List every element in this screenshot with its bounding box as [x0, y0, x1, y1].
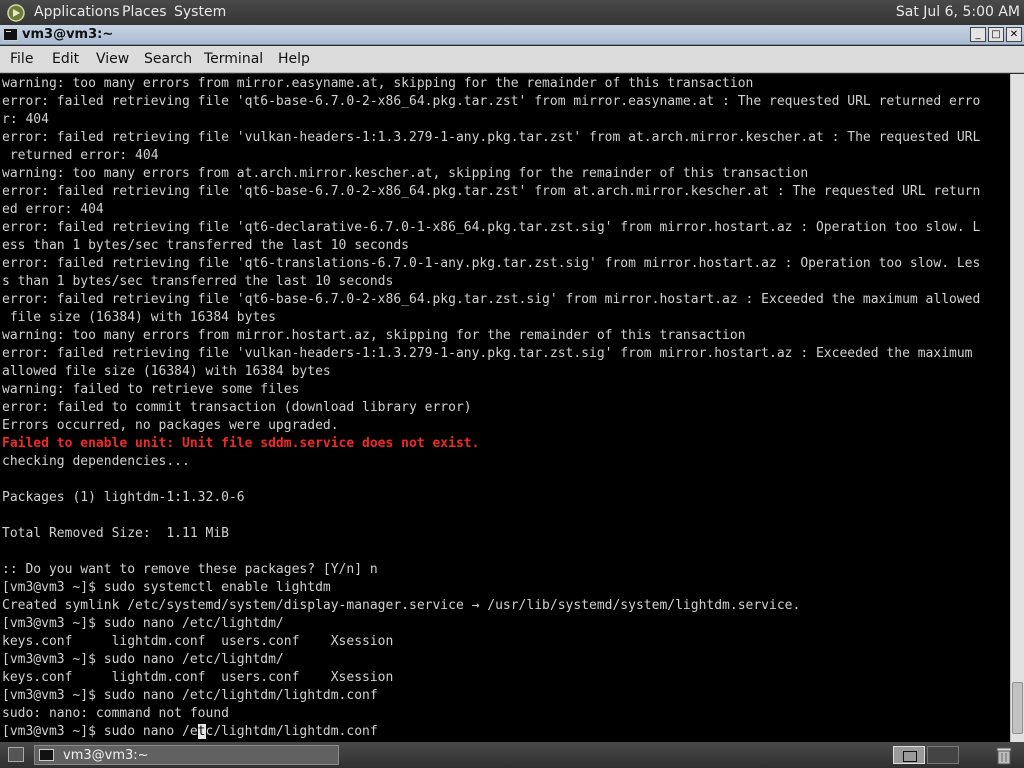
bottom-panel: vm3@vm3:~ [0, 742, 1024, 768]
menu-view[interactable]: View [96, 51, 129, 67]
prompt-text-after-cursor: c/lightdm/lightdm.conf [205, 724, 378, 739]
places-menu[interactable]: Places [122, 4, 167, 20]
terminal-line: Packages (1) lightdm-1:1.32.0-6 [2, 490, 245, 505]
terminal-line: allowed file size (16384) with 16384 byt… [2, 364, 331, 379]
terminal-line: ess than 1 bytes/sec transferred the las… [2, 238, 409, 253]
terminal-line: Total Removed Size: 1.11 MiB [2, 526, 229, 541]
scrollbar-thumb[interactable] [1012, 682, 1023, 734]
terminal-line: [vm3@vm3 ~]$ sudo systemctl enable light… [2, 580, 331, 595]
vertical-scrollbar[interactable] [1010, 74, 1024, 742]
terminal-icon [3, 28, 18, 41]
terminal-line: warning: too many errors from mirror.hos… [2, 328, 746, 343]
terminal-line: error: failed retrieving file 'qt6-base-… [2, 184, 981, 199]
terminal-line: Errors occurred, no packages were upgrad… [2, 418, 339, 433]
terminal-line: checking dependencies... [2, 454, 190, 469]
terminal-line: keys.conf lightdm.conf users.conf Xsessi… [2, 670, 394, 685]
terminal-line: sudo: nano: command not found [2, 706, 229, 721]
terminal-prompt-line[interactable]: [vm3@vm3 ~]$ sudo nano /etc/lightdm/ligh… [2, 723, 1008, 741]
top-panel: Applications Places System Sat Jul 6, 5:… [0, 0, 1024, 25]
prompt-text-before-cursor: [vm3@vm3 ~]$ sudo nano /e [2, 724, 198, 739]
terminal-line: warning: too many errors from mirror.eas… [2, 76, 754, 91]
terminal-line: error: failed retrieving file 'qt6-decla… [2, 220, 981, 235]
workspace-switcher-2[interactable] [927, 746, 959, 764]
close-button[interactable]: ✕ [1006, 27, 1022, 42]
terminal-line: file size (16384) with 16384 bytes [2, 310, 276, 325]
terminal-line: error: failed retrieving file 'vulkan-he… [2, 346, 973, 361]
terminal-line: returned error: 404 [2, 148, 159, 163]
terminal-line: [vm3@vm3 ~]$ sudo nano /etc/lightdm/ [2, 652, 284, 667]
terminal-line: keys.conf lightdm.conf users.conf Xsessi… [2, 634, 394, 649]
terminal-line: Created symlink /etc/systemd/system/disp… [2, 598, 801, 613]
terminal-line: :: Do you want to remove these packages?… [2, 562, 378, 577]
taskbar-window-label: vm3@vm3:~ [63, 748, 149, 763]
menu-edit[interactable]: Edit [52, 51, 79, 67]
terminal-icon [39, 749, 54, 761]
menu-file[interactable]: File [10, 51, 33, 67]
terminal-menubar: File Edit View Search Terminal Help [0, 46, 1024, 73]
terminal-line: s than 1 bytes/sec transferred the last … [2, 274, 394, 289]
terminal-line: [vm3@vm3 ~]$ sudo nano /etc/lightdm/ [2, 616, 284, 631]
show-desktop-icon[interactable] [8, 747, 24, 762]
menu-terminal[interactable]: Terminal [204, 51, 263, 67]
minimize-button[interactable]: _ [970, 27, 986, 42]
terminal-line: error: failed retrieving file 'vulkan-he… [2, 130, 981, 145]
clock[interactable]: Sat Jul 6, 5:00 AM [896, 4, 1020, 20]
menu-search[interactable]: Search [144, 51, 192, 67]
terminal-line: error: failed retrieving file 'qt6-trans… [2, 256, 981, 271]
window-title: vm3@vm3:~ [22, 27, 114, 42]
terminal-line: warning: failed to retrieve some files [2, 382, 300, 397]
terminal-line: r: 404 [2, 112, 49, 127]
terminal-line: warning: too many errors from at.arch.mi… [2, 166, 809, 181]
terminal-line: error: failed to commit transaction (dow… [2, 400, 472, 415]
system-menu[interactable]: System [174, 4, 226, 20]
maximize-button[interactable]: □ [988, 27, 1004, 42]
terminal-line: [vm3@vm3 ~]$ sudo nano /etc/lightdm/ligh… [2, 688, 378, 703]
gnome-foot-icon[interactable] [6, 3, 26, 22]
terminal-line: Failed to enable unit: Unit file sddm.se… [2, 436, 480, 451]
trash-icon[interactable] [995, 746, 1013, 765]
window-titlebar[interactable]: vm3@vm3:~ _ □ ✕ [0, 25, 1024, 45]
terminal-line: error: failed retrieving file 'qt6-base-… [2, 292, 981, 307]
workspace-switcher-1[interactable] [893, 746, 925, 764]
terminal-text: warning: too many errors from mirror.eas… [2, 75, 1008, 741]
text-cursor: t [197, 724, 206, 739]
menu-help[interactable]: Help [278, 51, 310, 67]
terminal-line: ed error: 404 [2, 202, 104, 217]
terminal-line: error: failed retrieving file 'qt6-base-… [2, 94, 981, 109]
taskbar-window-button[interactable]: vm3@vm3:~ [34, 745, 339, 765]
terminal-output[interactable]: warning: too many errors from mirror.eas… [0, 74, 1010, 742]
applications-menu[interactable]: Applications [34, 4, 120, 20]
